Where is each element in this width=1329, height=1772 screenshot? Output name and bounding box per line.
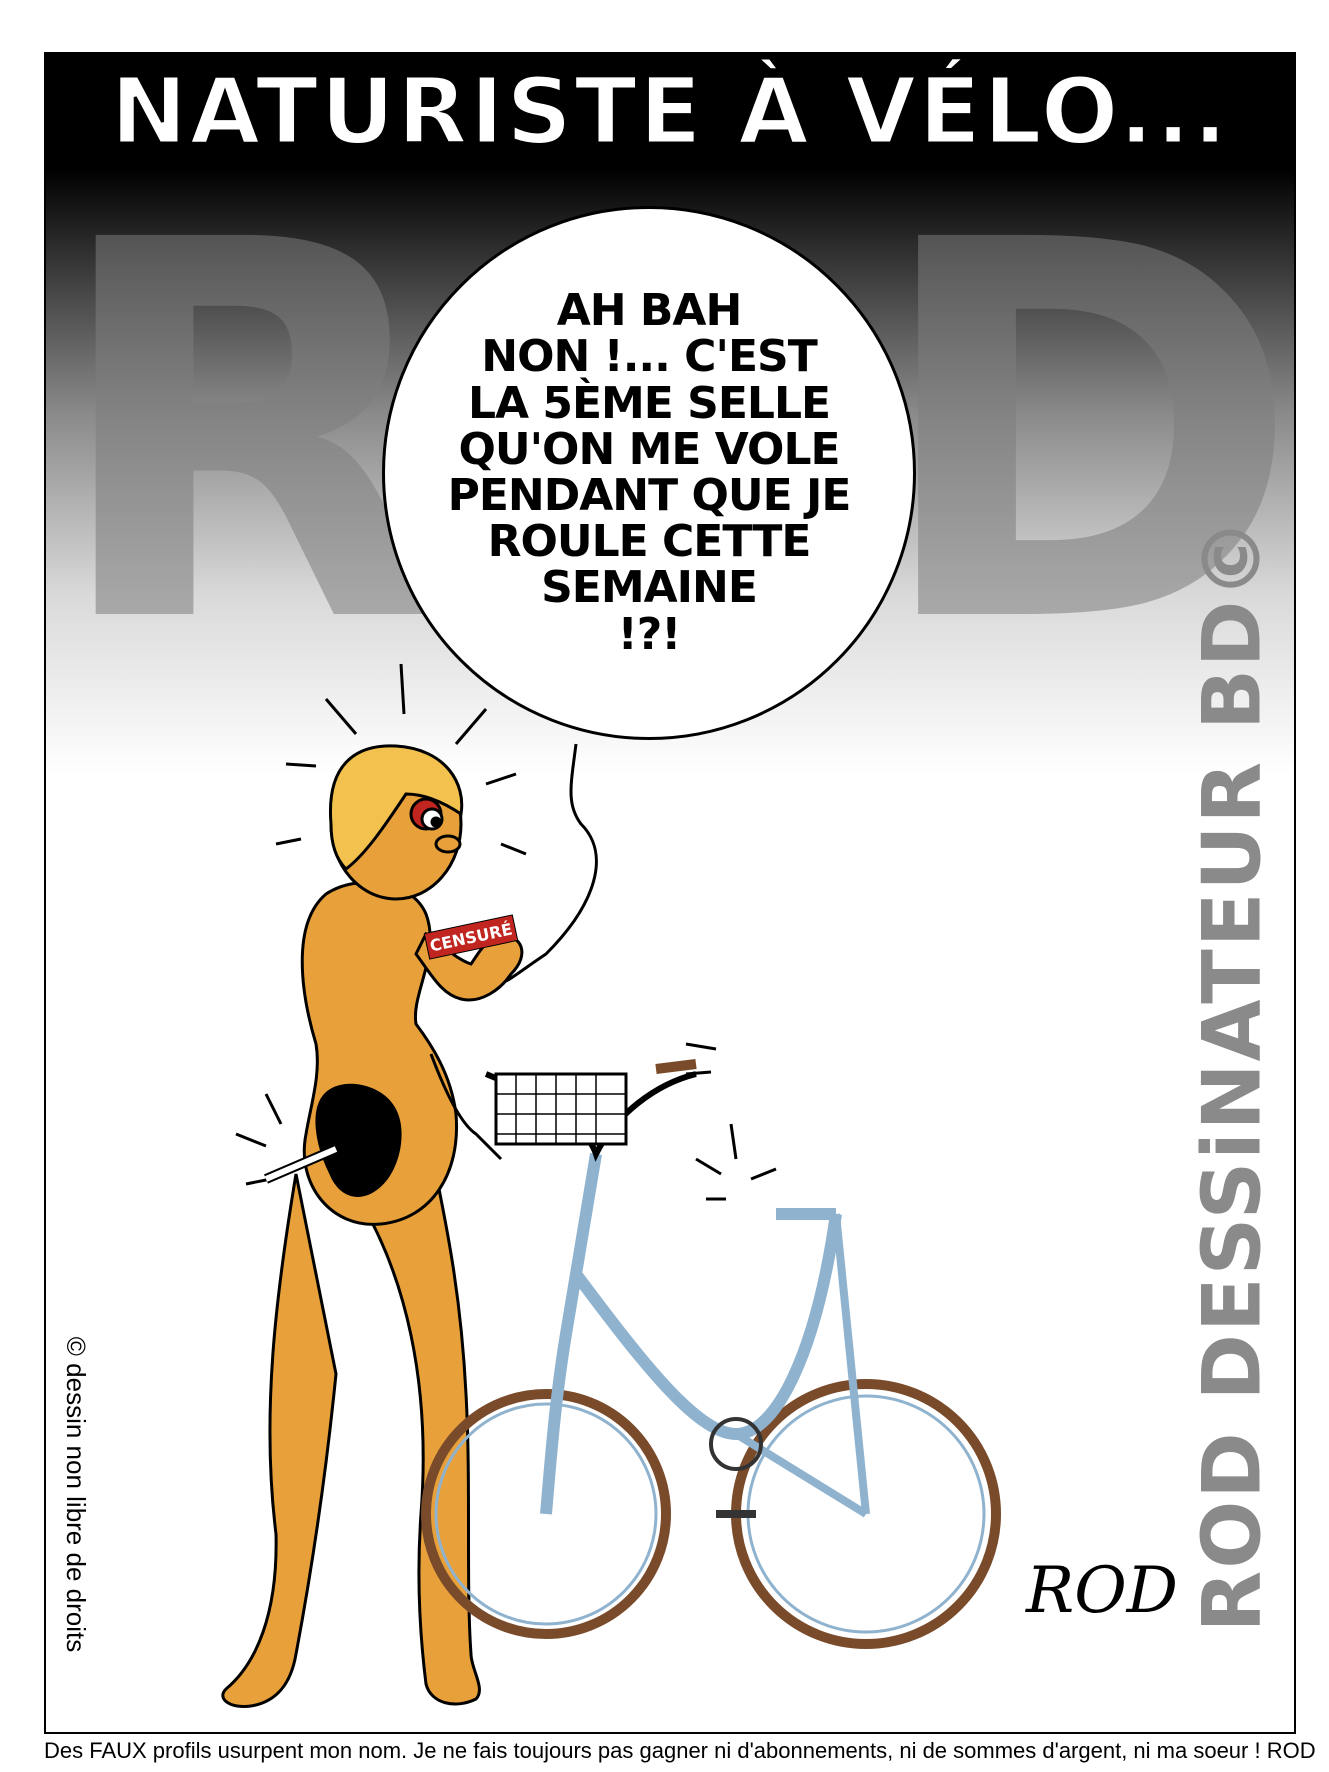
speech-line: SEMAINE <box>541 562 758 614</box>
speech-line: LA 5ÈME SELLE <box>467 377 831 429</box>
comic-panel: ROD NATURISTE À VÉLO... AH BAH NON !... … <box>44 52 1296 1734</box>
speech-line: !?! <box>617 608 682 660</box>
footer-disclaimer: Des FAUX profils usurpent mon nom. Je ne… <box>44 1738 1316 1763</box>
side-credit: ROD DESSiNATEUR BD© <box>1186 516 1279 1632</box>
woman-figure <box>221 744 524 1709</box>
speech-line: PENDANT QUE JE <box>447 470 852 521</box>
copyright-note: © dessin non libre de droits <box>46 1264 106 1724</box>
side-credit-text: ROD DESSiNATEUR BD© <box>1185 516 1279 1632</box>
speech-line: QU'ON ME VOLE <box>458 423 840 475</box>
speech-text: AH BAH NON !... C'EST LA 5ÈME SELLE QU'O… <box>439 288 859 658</box>
bicycle <box>421 1059 1001 1649</box>
copyright-note-text: © dessin non libre de droits <box>61 1336 92 1652</box>
cartoon-illustration: CENSURÉ <box>221 663 1001 1709</box>
speech-line: NON !... C'EST <box>481 331 817 383</box>
speech-line: ROULE CETTE <box>487 516 812 568</box>
comic-title: NATURISTE À VÉLO... <box>109 58 1230 165</box>
speech-line: AH BAH <box>556 285 743 337</box>
artist-signature: ROD <box>1026 1554 1178 1628</box>
